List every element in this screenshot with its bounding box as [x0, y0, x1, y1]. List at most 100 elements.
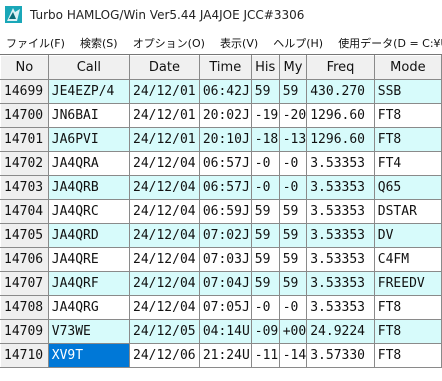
cell-my[interactable]: 59	[279, 247, 308, 272]
column-header-my[interactable]: My	[278, 55, 308, 80]
cell-freq[interactable]: 3.53353	[306, 175, 375, 200]
table-row[interactable]: 14702 JA4QRA 24/12/04 06:57J -0 -0 3.53353 FT4	[0, 151, 442, 176]
cell-no[interactable]: 14704	[0, 199, 49, 224]
cell-date[interactable]: 24/12/01	[129, 127, 200, 152]
menu-file[interactable]: ファイル(F)	[0, 32, 65, 51]
cell-call[interactable]: JA4QRA	[48, 151, 131, 176]
table-row[interactable]: 14701 JA6PVI 24/12/01 20:10J -18 -13 1296.60 FT…	[0, 127, 442, 152]
column-header-his[interactable]: His	[250, 55, 280, 80]
cell-call[interactable]: JA6PVI	[48, 127, 131, 152]
cell-time[interactable]: 20:02J	[199, 103, 252, 128]
cell-no[interactable]: 14702	[0, 151, 49, 176]
cell-freq[interactable]: 430.270	[306, 79, 375, 104]
cell-date[interactable]: 24/12/04	[129, 271, 200, 296]
column-header-time[interactable]: Time	[198, 55, 252, 80]
cell-his[interactable]: 59	[251, 223, 280, 248]
menu-search[interactable]: 検索(S)	[74, 32, 118, 51]
table-row[interactable]: 14700 JN6BAI 24/12/01 20:02J -19 -20 1296.60 FT…	[0, 103, 442, 128]
cell-mode[interactable]: Q65	[374, 175, 442, 200]
menu-help[interactable]: ヘルプ(H)	[267, 32, 323, 51]
table-row[interactable]: 14705 JA4QRD 24/12/04 07:02J 59 59 3.53353 DV	[0, 223, 442, 248]
cell-no[interactable]: 14700	[0, 103, 49, 128]
cell-mode[interactable]: FT8	[374, 103, 442, 128]
cell-freq[interactable]: 3.53353	[306, 295, 375, 320]
cell-no[interactable]: 14706	[0, 247, 49, 272]
cell-my[interactable]: -0	[279, 151, 308, 176]
table-row[interactable]: 14704 JA4QRC 24/12/04 06:59J 59 59 3.53353 DSTA…	[0, 199, 442, 224]
cell-call[interactable]: V73WE	[48, 319, 131, 344]
cell-mode[interactable]: DSTAR	[374, 199, 442, 224]
cell-my[interactable]: -13	[279, 127, 308, 152]
cell-date[interactable]: 24/12/05	[129, 319, 200, 344]
qso-log-grid[interactable]: No Call Date Time His My Freq Mode 14699…	[0, 54, 442, 381]
cell-call[interactable]: XV9T	[48, 343, 131, 368]
cell-time[interactable]: 07:03J	[199, 247, 252, 272]
cell-no[interactable]: 14709	[0, 319, 49, 344]
column-header-mode[interactable]: Mode	[373, 55, 442, 80]
cell-time[interactable]: 06:57J	[199, 175, 252, 200]
cell-mode[interactable]: FT4	[374, 151, 442, 176]
cell-date[interactable]: 24/12/01	[129, 79, 200, 104]
cell-mode[interactable]: DV	[374, 223, 442, 248]
cell-date[interactable]: 24/12/04	[129, 199, 200, 224]
menu-view[interactable]: 表示(V)	[214, 32, 258, 51]
cell-my[interactable]: 59	[279, 271, 308, 296]
cell-time[interactable]: 07:02J	[199, 223, 252, 248]
cell-call[interactable]: JA4QRC	[48, 199, 131, 224]
cell-time[interactable]: 06:57J	[199, 151, 252, 176]
cell-time[interactable]: 07:05J	[199, 295, 252, 320]
cell-no[interactable]: 14710	[0, 343, 49, 368]
cell-freq[interactable]: 3.53353	[306, 151, 375, 176]
menu-data-path[interactable]: 使用データ(D = C:¥Users¥t	[332, 32, 442, 51]
cell-time[interactable]: 06:42J	[199, 79, 252, 104]
cell-freq[interactable]: 3.53353	[306, 247, 375, 272]
cell-his[interactable]: -0	[251, 295, 280, 320]
cell-mode[interactable]: FT8	[374, 319, 442, 344]
cell-freq[interactable]: 1296.60	[306, 127, 375, 152]
cell-his[interactable]: -09	[251, 319, 280, 344]
cell-his[interactable]: -0	[251, 175, 280, 200]
cell-mode[interactable]: C4FM	[374, 247, 442, 272]
cell-freq[interactable]: 1296.60	[306, 103, 375, 128]
cell-my[interactable]: 59	[279, 79, 308, 104]
cell-time[interactable]: 06:59J	[199, 199, 252, 224]
cell-my[interactable]: -14	[279, 343, 308, 368]
cell-his[interactable]: 59	[251, 199, 280, 224]
cell-freq[interactable]: 3.53353	[306, 271, 375, 296]
cell-my[interactable]: -0	[279, 295, 308, 320]
cell-his[interactable]: 59	[251, 247, 280, 272]
cell-time[interactable]: 04:14U	[199, 319, 252, 344]
cell-date[interactable]: 24/12/04	[129, 247, 200, 272]
cell-time[interactable]: 07:04J	[199, 271, 252, 296]
cell-no[interactable]: 14703	[0, 175, 49, 200]
cell-his[interactable]: -11	[251, 343, 280, 368]
cell-no[interactable]: 14701	[0, 127, 49, 152]
cell-call[interactable]: JA4QRD	[48, 223, 131, 248]
cell-mode[interactable]: FREEDV	[374, 271, 442, 296]
table-row[interactable]: 14708 JA4QRG 24/12/04 07:05J -0 -0 3.53353 FT8	[0, 295, 442, 320]
cell-call[interactable]: JA4QRB	[48, 175, 131, 200]
cell-time[interactable]: 21:24U	[199, 343, 252, 368]
cell-date[interactable]: 24/12/06	[129, 343, 200, 368]
cell-mode[interactable]: FT8	[374, 343, 442, 368]
cell-his[interactable]: 59	[251, 79, 280, 104]
menu-options[interactable]: オプション(O)	[127, 32, 205, 51]
table-row[interactable]: 14707 JA4QRF 24/12/04 07:04J 59 59 3.53353 FREE…	[0, 271, 442, 296]
column-header-no[interactable]: No	[0, 55, 49, 80]
column-header-date[interactable]: Date	[129, 55, 200, 80]
cell-date[interactable]: 24/12/04	[129, 151, 200, 176]
cell-call[interactable]: JA4QRE	[48, 247, 131, 272]
cell-time[interactable]: 20:10J	[199, 127, 252, 152]
cell-mode[interactable]: FT8	[374, 295, 442, 320]
cell-call[interactable]: JN6BAI	[48, 103, 131, 128]
cell-his[interactable]: -0	[251, 151, 280, 176]
cell-date[interactable]: 24/12/01	[129, 103, 200, 128]
table-row[interactable]: 14710 XV9T 24/12/06 21:24U -11 -14 3.57330 FT8	[0, 343, 442, 368]
cell-no[interactable]: 14699	[0, 79, 49, 104]
cell-date[interactable]: 24/12/04	[129, 223, 200, 248]
cell-no[interactable]: 14705	[0, 223, 49, 248]
cell-no[interactable]: 14708	[0, 295, 49, 320]
cell-call[interactable]: JA4QRF	[48, 271, 131, 296]
cell-mode[interactable]: SSB	[374, 79, 442, 104]
column-header-freq[interactable]: Freq	[306, 55, 375, 80]
